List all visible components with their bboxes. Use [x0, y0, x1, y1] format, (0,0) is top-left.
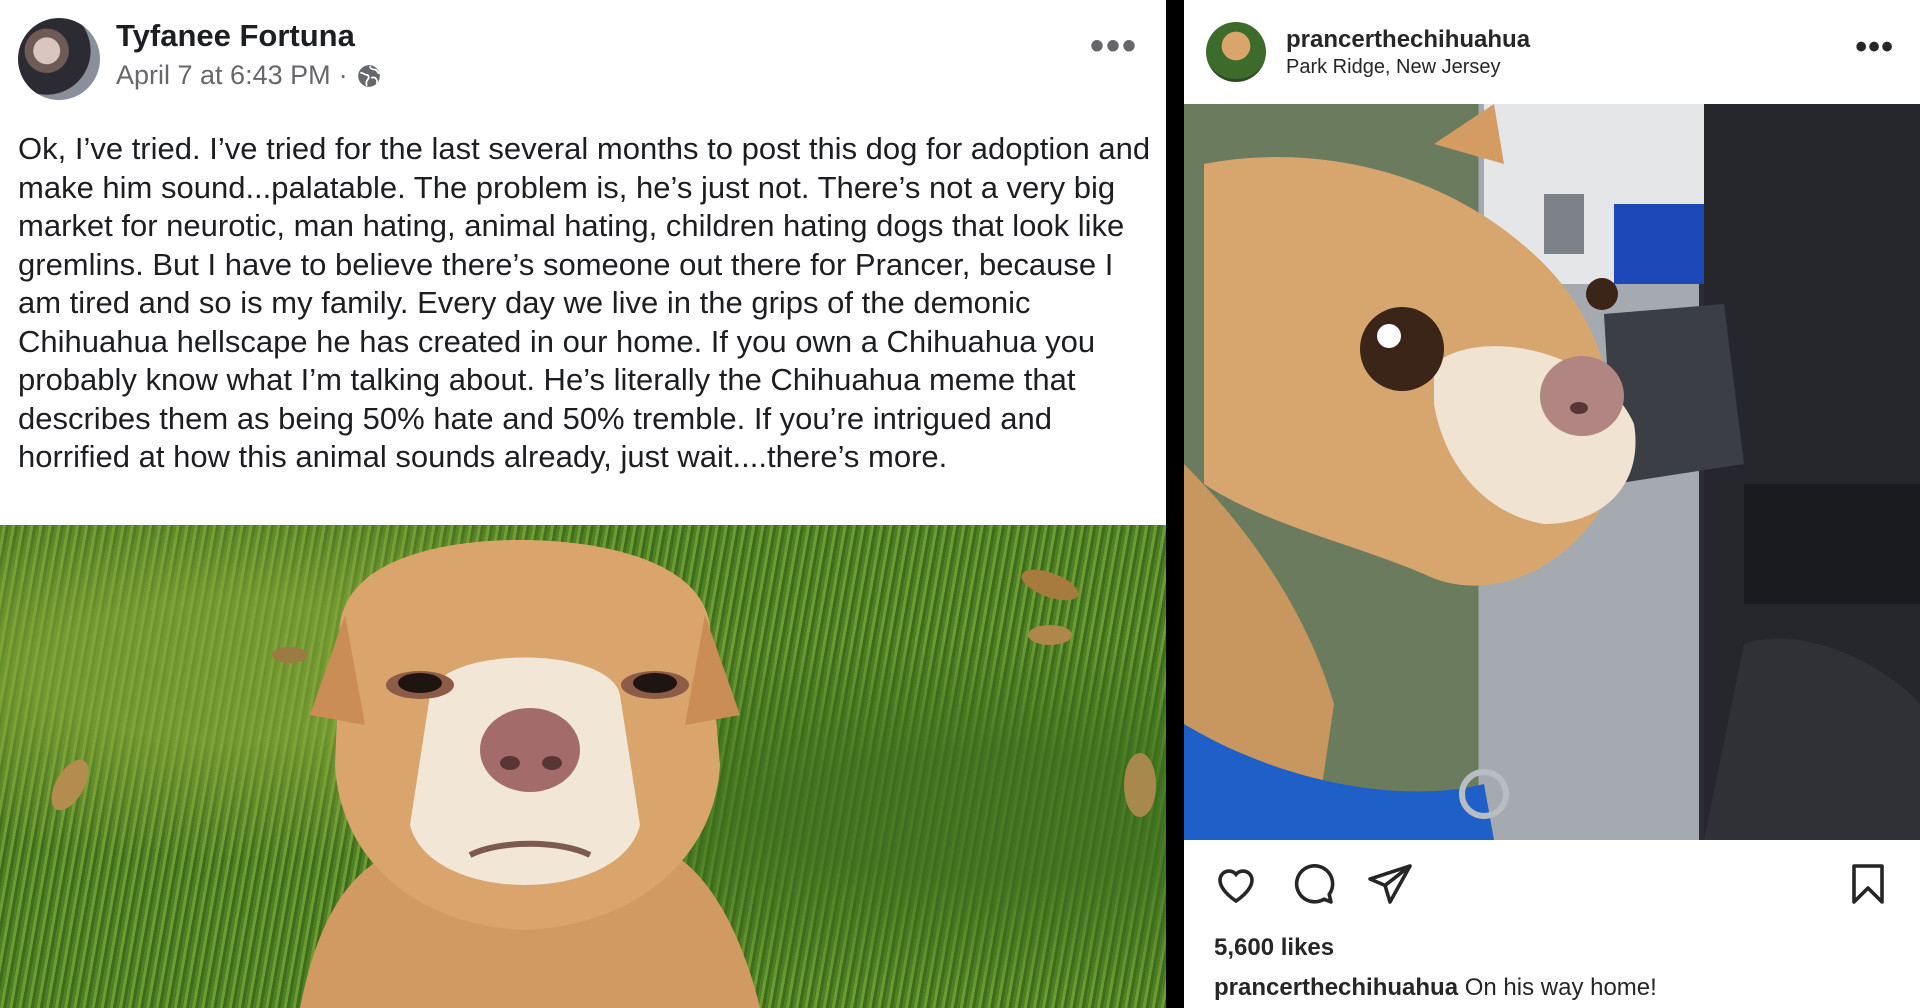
ig-caption: prancerthechihuahua On his way home! — [1214, 974, 1657, 1002]
globe-icon[interactable] — [356, 63, 382, 89]
likes-count[interactable]: 5,600 likes — [1214, 934, 1334, 962]
post-text: Ok, I’ve tried. I’ve tried for the last … — [18, 131, 1151, 474]
author-name[interactable]: Tyfanee Fortuna — [116, 18, 355, 54]
facebook-post: Tyfanee Fortuna April 7 at 6:43 PM · •••… — [0, 0, 1166, 1008]
ig-action-bar — [1184, 860, 1920, 920]
ig-photo[interactable] — [1184, 104, 1920, 840]
comment-icon[interactable] — [1288, 860, 1336, 908]
more-horizontal-icon[interactable]: ••• — [1090, 26, 1138, 66]
share-icon[interactable] — [1366, 860, 1414, 908]
caption-username[interactable]: prancerthechihuahua — [1214, 974, 1458, 1001]
ig-location[interactable]: Park Ridge, New Jersey — [1286, 56, 1501, 79]
instagram-post: prancerthechihuahua Park Ridge, New Jers… — [1184, 0, 1920, 1008]
chihuahua-in-grass-image — [51, 540, 1156, 1008]
caption-text: On his way home! — [1458, 974, 1657, 1001]
ig-avatar[interactable] — [1206, 22, 1266, 82]
post-timestamp[interactable]: April 7 at 6:43 PM — [116, 60, 331, 91]
more-horizontal-icon[interactable]: ••• — [1855, 30, 1894, 64]
meta-separator: · — [338, 60, 348, 90]
ig-username[interactable]: prancerthechihuahua — [1286, 26, 1530, 54]
heart-icon[interactable] — [1212, 860, 1260, 908]
author-avatar[interactable] — [18, 18, 100, 100]
bookmark-icon[interactable] — [1844, 860, 1892, 908]
chihuahua-in-car-image — [1184, 104, 1920, 840]
post-photo[interactable] — [0, 525, 1166, 1008]
post-meta: April 7 at 6:43 PM · — [116, 60, 382, 91]
